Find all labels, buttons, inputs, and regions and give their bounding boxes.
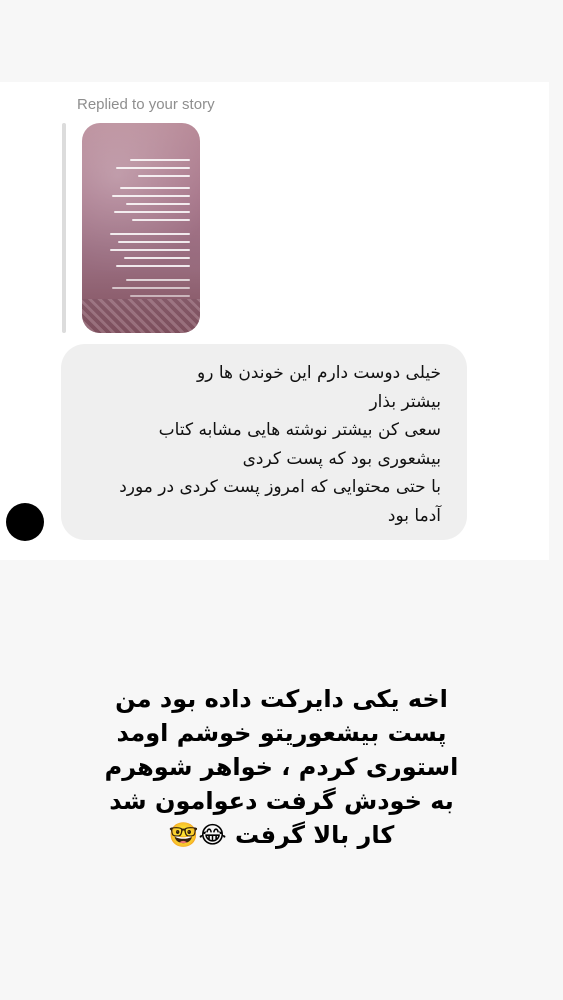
story-text-line [120,187,190,189]
story-text-line [114,211,190,213]
story-text-line [116,167,190,169]
message-line: با حتی محتوایی که امروز پست کردی در مورد [119,477,441,497]
message-line: بیشتر بذار [369,391,441,412]
message-bubble[interactable]: خیلی دوست دارم این خوندن ها رو بیشتر بذا… [61,344,467,540]
story-thumbnail-pattern [82,299,200,333]
story-text-line [130,159,190,161]
message-line: بیشعوری بود که پست کردی [242,448,441,469]
caption-line: به خودش گرفت دعوامون شد [109,787,454,815]
story-text-line [116,265,190,267]
caption-line: استوری کردم ، خواهر شوهرم [104,753,459,781]
story-text-line [110,249,190,251]
story-text-line [126,203,190,205]
story-text-line [118,241,190,243]
caption-line: پست بیشعوریتو خوشم اومد [116,719,447,747]
story-caption: اخه یکی دایرکت داده بود من پست بیشعوریتو… [90,682,473,852]
story-thumbnail[interactable] [82,123,200,333]
story-text-line [138,175,190,177]
caption-line: کار بالا گرفت 😂🤓 [168,821,395,849]
sender-avatar[interactable] [6,503,44,541]
message-line: آدما بود [387,505,441,526]
message-line: سعی کن بیشتر نوشته هایی مشابه کتاب [158,420,441,440]
replied-to-story-label: Replied to your story [77,96,215,113]
caption-line: اخه یکی دایرکت داده بود من [115,685,448,713]
message-line: خیلی دوست دارم این خوندن ها رو [197,363,441,383]
story-text-line [112,195,190,197]
story-text-line [124,257,190,259]
reply-indicator-bar [62,123,66,333]
story-text-line [110,233,190,235]
story-text-line [132,219,190,221]
